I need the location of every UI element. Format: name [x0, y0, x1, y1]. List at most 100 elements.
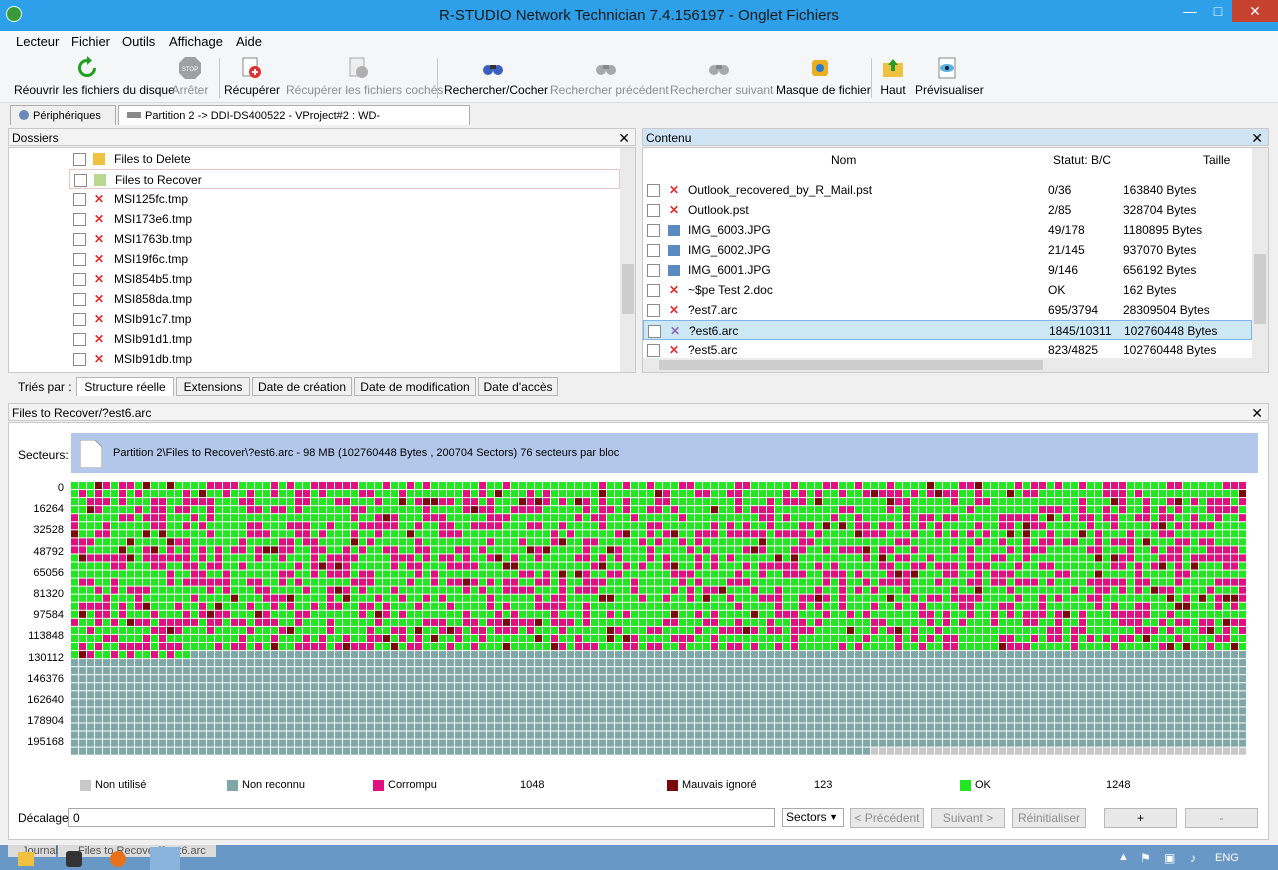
- table-row[interactable]: ✕ ?est6.arc 1845/10311 102760448 Bytes: [643, 320, 1252, 340]
- folder-tree-item[interactable]: ✕ MSI125fc.tmp: [69, 189, 619, 209]
- column-size[interactable]: Taille: [1203, 153, 1230, 167]
- sector-map[interactable]: [71, 482, 1249, 757]
- sector-block: [831, 482, 838, 490]
- sector-block: [447, 634, 454, 642]
- table-row[interactable]: ✕ Outlook_recovered_by_R_Mail.pst 0/36 1638…: [643, 180, 1252, 200]
- checkbox[interactable]: [647, 344, 660, 357]
- checkbox[interactable]: [647, 264, 660, 277]
- sort-tab-extensions[interactable]: Extensions: [176, 377, 250, 396]
- close-button[interactable]: ✕: [1232, 0, 1278, 22]
- checkbox[interactable]: [73, 353, 86, 366]
- search-next-button[interactable]: Rechercher suivant: [670, 56, 773, 100]
- sector-block: [127, 618, 134, 626]
- sector-block: [375, 626, 382, 634]
- checkbox[interactable]: [647, 184, 660, 197]
- table-row[interactable]: ✕ Outlook.pst 2/85 328704 Bytes: [643, 200, 1252, 220]
- tab-partition[interactable]: Partition 2 -> DDI-DS400522 - VProject#2…: [118, 105, 470, 142]
- maximize-button[interactable]: □: [1204, 0, 1232, 22]
- folder-tree-item[interactable]: ✕ MSI19f6c.tmp: [69, 249, 619, 269]
- search-previous-button[interactable]: Rechercher précédent: [550, 56, 669, 100]
- menu-outils[interactable]: Outils: [122, 34, 155, 49]
- sort-tab-access-date[interactable]: Date d'accès: [478, 377, 558, 396]
- sector-block: [743, 514, 750, 522]
- menu-affichage[interactable]: Affichage: [169, 34, 223, 49]
- reopen-files-button[interactable]: Réouvrir les fichiers du disque: [14, 56, 175, 100]
- up-button[interactable]: Haut: [877, 56, 909, 100]
- sector-block: [463, 514, 470, 522]
- recover-button[interactable]: Récupérer: [224, 56, 280, 100]
- column-name[interactable]: Nom: [831, 153, 856, 167]
- checkbox[interactable]: [647, 284, 660, 297]
- sector-block: [831, 707, 838, 715]
- checkbox[interactable]: [647, 204, 660, 217]
- sector-block: [383, 522, 390, 530]
- table-row[interactable]: IMG_6001.JPG 9/146 656192 Bytes: [643, 260, 1252, 280]
- checkbox[interactable]: [74, 174, 87, 187]
- checkbox[interactable]: [647, 304, 660, 317]
- table-row[interactable]: ✕ ?est5.arc 823/4825 102760448 Bytes: [643, 340, 1252, 360]
- column-status[interactable]: Statut: B/C: [1053, 153, 1111, 167]
- folder-tree-item[interactable]: ✕ MSI1763b.tmp: [69, 229, 619, 249]
- menu-lecteur[interactable]: Lecteur: [16, 34, 59, 49]
- checkbox[interactable]: [647, 244, 660, 257]
- folder-tree-scroll-thumb[interactable]: [622, 264, 634, 314]
- search-mark-button[interactable]: Rechercher/Cocher: [444, 56, 548, 100]
- sort-tab-modification-date[interactable]: Date de modification: [354, 377, 476, 396]
- folder-tree-item[interactable]: ✕ MSIb91c7.tmp: [69, 309, 619, 329]
- folder-tree-item[interactable]: ✕ MSI173e6.tmp: [69, 209, 619, 229]
- sector-block: [887, 578, 894, 586]
- sector-block: [255, 691, 262, 699]
- minimize-button[interactable]: —: [1176, 0, 1204, 22]
- sort-tab-structure[interactable]: Structure réelle: [76, 377, 174, 396]
- table-row[interactable]: IMG_6003.JPG 49/178 1180895 Bytes: [643, 220, 1252, 240]
- table-row[interactable]: ✕ ?est7.arc 695/3794 28309504 Bytes: [643, 300, 1252, 320]
- checkbox[interactable]: [73, 273, 86, 286]
- checkbox[interactable]: [73, 213, 86, 226]
- checkbox[interactable]: [648, 325, 661, 338]
- folder-tree-item[interactable]: ✕ MSI858da.tmp: [69, 289, 619, 309]
- sector-block: [847, 634, 854, 642]
- content-hscroll-thumb[interactable]: [659, 360, 1043, 370]
- content-scroll-thumb[interactable]: [1254, 254, 1266, 324]
- sector-block: [71, 618, 78, 626]
- sector-block: [191, 675, 198, 683]
- menu-fichier[interactable]: Fichier: [71, 34, 110, 49]
- folder-tree-item[interactable]: Files to Recover: [69, 169, 620, 189]
- folders-close-icon[interactable]: ✕: [618, 129, 630, 147]
- checkbox[interactable]: [647, 224, 660, 237]
- checkbox[interactable]: [73, 293, 86, 306]
- stop-button[interactable]: STOP Arrêter: [168, 56, 212, 100]
- sector-block: [1111, 562, 1118, 570]
- checkbox[interactable]: [73, 193, 86, 206]
- sector-block: [71, 530, 78, 538]
- checkbox[interactable]: [73, 313, 86, 326]
- checkbox[interactable]: [73, 233, 86, 246]
- folder-tree-item[interactable]: Files to Delete: [69, 149, 619, 169]
- content-close-icon[interactable]: ✕: [1251, 129, 1263, 147]
- file-mask-button[interactable]: Masque de fichier: [776, 56, 871, 100]
- table-row[interactable]: IMG_6002.JPG 21/145 937070 Bytes: [643, 240, 1252, 260]
- content-scrollbar[interactable]: [1252, 148, 1268, 372]
- recover-marked-button[interactable]: Récupérer les fichiers cochés: [286, 56, 443, 100]
- folder-tree-scrollbar[interactable]: [620, 148, 635, 372]
- preview-button[interactable]: Prévisualiser: [915, 56, 984, 100]
- folder-tree-item[interactable]: ✕ MSIb91d1.tmp: [69, 329, 619, 349]
- sector-block: [959, 618, 966, 626]
- menu-aide[interactable]: Aide: [236, 34, 262, 49]
- content-hscrollbar[interactable]: [643, 358, 1252, 372]
- checkbox[interactable]: [73, 153, 86, 166]
- folder-tree-item[interactable]: ✕ MSI854b5.tmp: [69, 269, 619, 289]
- sector-block: [855, 610, 862, 618]
- checkbox[interactable]: [73, 253, 86, 266]
- folder-tree-item[interactable]: ✕ MSIb91db.tmp: [69, 349, 619, 369]
- table-row[interactable]: ✕ ~$pe Test 2.doc OK 162 Bytes: [643, 280, 1252, 300]
- sort-tab-creation-date[interactable]: Date de création: [252, 377, 352, 396]
- sector-block: [1159, 715, 1166, 723]
- checkbox[interactable]: [73, 333, 86, 346]
- sector-block: [871, 691, 878, 699]
- sector-block: [871, 602, 878, 610]
- sector-block: [79, 691, 86, 699]
- sector-panel-close-icon[interactable]: ✕: [1251, 404, 1263, 422]
- sector-block: [1031, 538, 1038, 546]
- tab-devices[interactable]: Périphériques: [10, 105, 116, 125]
